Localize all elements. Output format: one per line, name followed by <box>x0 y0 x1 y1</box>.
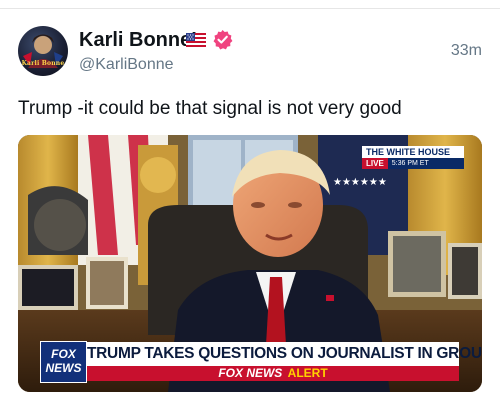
us-flag-icon <box>186 33 206 47</box>
video-media[interactable]: ★★★★★★ THE WHITE HOUSE LIVE 5:36 PM ET F… <box>18 135 482 392</box>
network-logo-line2: NEWS <box>45 361 82 375</box>
network-logo: FOX NEWS <box>40 341 87 383</box>
chyron-alert: ALERT <box>287 366 328 380</box>
avatar[interactable]: Karli Bonne <box>18 26 68 76</box>
top-divider <box>0 8 500 9</box>
tweet-text: Trump -it could be that signal is not ve… <box>18 98 402 119</box>
user-handle[interactable]: @KarliBonne <box>79 55 174 75</box>
live-bug: THE WHITE HOUSE LIVE 5:36 PM ET <box>362 146 464 173</box>
live-badge: LIVE <box>362 158 388 169</box>
live-bug-title: THE WHITE HOUSE <box>362 146 464 158</box>
network-logo-line1: FOX <box>51 347 76 361</box>
svg-text:★★★★★★: ★★★★★★ <box>333 177 387 188</box>
avatar-caption: Karli Bonne <box>21 60 65 67</box>
verified-badge-icon <box>213 29 233 50</box>
chyron-headline: TRUMP TAKES QUESTIONS ON JOURNALIST IN G… <box>87 342 482 366</box>
avatar-artwork-icon <box>23 34 63 68</box>
chyron-subheadline: FOX NEWS ALERT <box>87 366 459 381</box>
chyron-network: FOX NEWS <box>218 366 283 380</box>
timestamp[interactable]: 33m <box>451 41 482 61</box>
live-time: 5:36 PM ET <box>387 158 464 169</box>
display-name[interactable]: Karli Bonne’ <box>79 28 197 52</box>
